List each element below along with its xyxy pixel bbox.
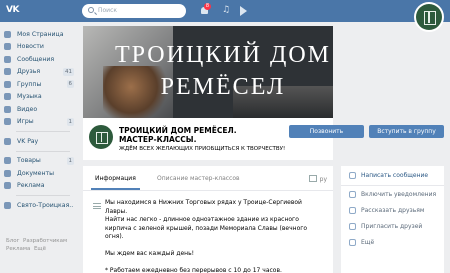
- search-icon: [88, 7, 94, 13]
- sidebar-item-label: Свято-Троицкая..: [17, 201, 74, 209]
- action-label: Включить уведомления: [361, 190, 437, 198]
- action-label: Написать сообщение: [361, 172, 429, 179]
- count-badge: 1: [66, 156, 74, 165]
- music-icon: [4, 93, 11, 101]
- group-logo-icon: [89, 125, 113, 149]
- tab-info[interactable]: Информация: [91, 175, 140, 190]
- sidebar-item-label: Новости: [17, 43, 44, 51]
- sidebar-item-news[interactable]: Новости: [4, 41, 74, 54]
- community-avatar[interactable]: [89, 125, 113, 149]
- messages-icon: [4, 55, 11, 63]
- community-cover: ТРОИЦКИЙ ДОМ РЕМЁСЕЛ: [83, 26, 333, 118]
- language-toggle[interactable]: ру: [309, 175, 327, 183]
- message-icon: [349, 172, 356, 179]
- community-description: Мы находимся в Нижних Торговых рядах у Т…: [105, 199, 308, 273]
- sidebar-item-messages[interactable]: Сообщения: [4, 53, 74, 66]
- notifications-badge: 8: [204, 3, 211, 10]
- description-icon: [93, 203, 101, 209]
- vkpay-icon: [4, 137, 11, 145]
- music-icon[interactable]: ♫: [222, 6, 230, 15]
- call-button[interactable]: Позвонить: [289, 125, 364, 138]
- vk-logo[interactable]: VK: [6, 5, 24, 17]
- invite-friends-button[interactable]: Пригласить друзей: [341, 218, 444, 234]
- sidebar-item-label: Документы: [17, 169, 55, 177]
- invite-icon: [349, 222, 356, 230]
- top-bar: VK Поиск 8 ♫: [0, 0, 450, 32]
- count-badge: 6: [66, 80, 74, 88]
- write-message-button[interactable]: Написать сообщение: [341, 166, 444, 186]
- sidebar-item-label: Реклама: [17, 182, 45, 190]
- footer-link-developers[interactable]: Разработчикам: [23, 238, 67, 244]
- sidebar-item-label: VK Pay: [17, 137, 39, 145]
- news-icon: [4, 43, 11, 51]
- divider: [16, 150, 70, 152]
- sidebar-item-label: Музыка: [17, 93, 42, 101]
- sidebar-item-label: Друзья: [17, 68, 41, 76]
- footer-link-ads[interactable]: Реклама: [6, 246, 30, 252]
- actions-panel: Написать сообщение Включить уведомления …: [341, 166, 444, 273]
- cover-title-line1: ТРОИЦКИЙ ДОМ: [114, 42, 331, 68]
- count-badge: 1: [66, 117, 74, 126]
- sidebar-item-label: Моя Страница: [17, 30, 64, 38]
- sidebar-item-groups[interactable]: Группы 6: [4, 78, 74, 91]
- info-tabs: Информация Описание мастер-классов ру: [83, 166, 333, 191]
- sidebar-item-friends[interactable]: Друзья 41: [4, 66, 74, 79]
- sidebar-item-community[interactable]: Свято-Троицкая..: [4, 199, 74, 212]
- sidebar-item-my-page[interactable]: Моя Страница: [4, 28, 74, 41]
- search-placeholder: Поиск: [98, 7, 118, 14]
- sidebar-item-label: Товары: [17, 157, 41, 165]
- play-icon[interactable]: [240, 6, 247, 16]
- video-icon: [4, 105, 11, 113]
- footer-link-more[interactable]: Ещё: [34, 246, 46, 252]
- divider: [16, 195, 70, 196]
- friends-icon: [4, 68, 11, 76]
- search-input[interactable]: Поиск: [82, 4, 186, 18]
- ads-icon: [4, 182, 11, 190]
- community-header: ТРОИЦКИЙ ДОМ РЕМЁСЕЛ. МАСТЕР-КЛАССЫ. ЖДЁ…: [83, 118, 444, 160]
- action-label: Пригласить друзей: [361, 222, 423, 230]
- footer-link-blog[interactable]: Блог: [6, 238, 20, 244]
- community-title: ТРОИЦКИЙ ДОМ РЕМЁСЕЛ. МАСТЕР-КЛАССЫ.: [119, 126, 237, 144]
- share-icon: [349, 206, 356, 214]
- sidebar-item-games[interactable]: Игры 1: [4, 116, 74, 129]
- sidebar-item-documents[interactable]: Документы: [4, 167, 74, 180]
- action-label: Ещё: [361, 238, 375, 246]
- sidebar-item-vkpay[interactable]: VK Pay: [4, 135, 74, 148]
- sidebar-item-ads[interactable]: Реклама: [4, 180, 74, 193]
- tab-masterclasses[interactable]: Описание мастер-классов: [157, 175, 240, 182]
- sidebar-item-label: Сообщения: [17, 55, 55, 63]
- more-icon: [349, 238, 356, 246]
- sidebar-item-label: Группы: [17, 80, 42, 88]
- action-label: Рассказать друзьям: [361, 206, 425, 214]
- goods-icon: [4, 157, 11, 165]
- sidebar-item-label: Видео: [17, 105, 38, 113]
- sidebar-item-video[interactable]: Видео: [4, 103, 74, 116]
- group-logo-icon: [416, 4, 442, 30]
- community-status: ЖДЁМ ВСЕХ ЖЕЛАЮЩИХ ПРИОБЩИТЬСЯ К ТВОРЧЕС…: [119, 146, 286, 152]
- divider: [16, 131, 70, 132]
- tell-friends-button[interactable]: Рассказать друзьям: [341, 202, 444, 218]
- sidebar-item-label: Игры: [17, 118, 34, 126]
- avatar[interactable]: [414, 2, 444, 32]
- join-group-button[interactable]: Вступить в группу: [369, 125, 444, 138]
- home-icon: [4, 30, 11, 38]
- sidebar-item-goods[interactable]: Товары 1: [4, 155, 74, 168]
- more-button[interactable]: Ещё: [341, 234, 444, 250]
- community-icon: [4, 201, 11, 209]
- sidebar-footer: Блог Разработчикам Реклама Ещё: [6, 237, 76, 253]
- documents-icon: [4, 169, 11, 177]
- notifications-button[interactable]: 8: [200, 3, 211, 15]
- info-panel: Информация Описание мастер-классов ру Мы…: [83, 166, 333, 273]
- bell-icon: [349, 190, 356, 198]
- enable-notifications-button[interactable]: Включить уведомления: [341, 186, 444, 202]
- cover-title-line2: РЕМЁСЕЛ: [160, 74, 286, 100]
- sidebar-item-music[interactable]: Музыка: [4, 91, 74, 104]
- count-badge: 41: [63, 67, 74, 76]
- sidebar: Моя Страница Новости Сообщения Друзья 41 …: [4, 28, 74, 212]
- groups-icon: [4, 80, 11, 88]
- games-icon: [4, 118, 11, 126]
